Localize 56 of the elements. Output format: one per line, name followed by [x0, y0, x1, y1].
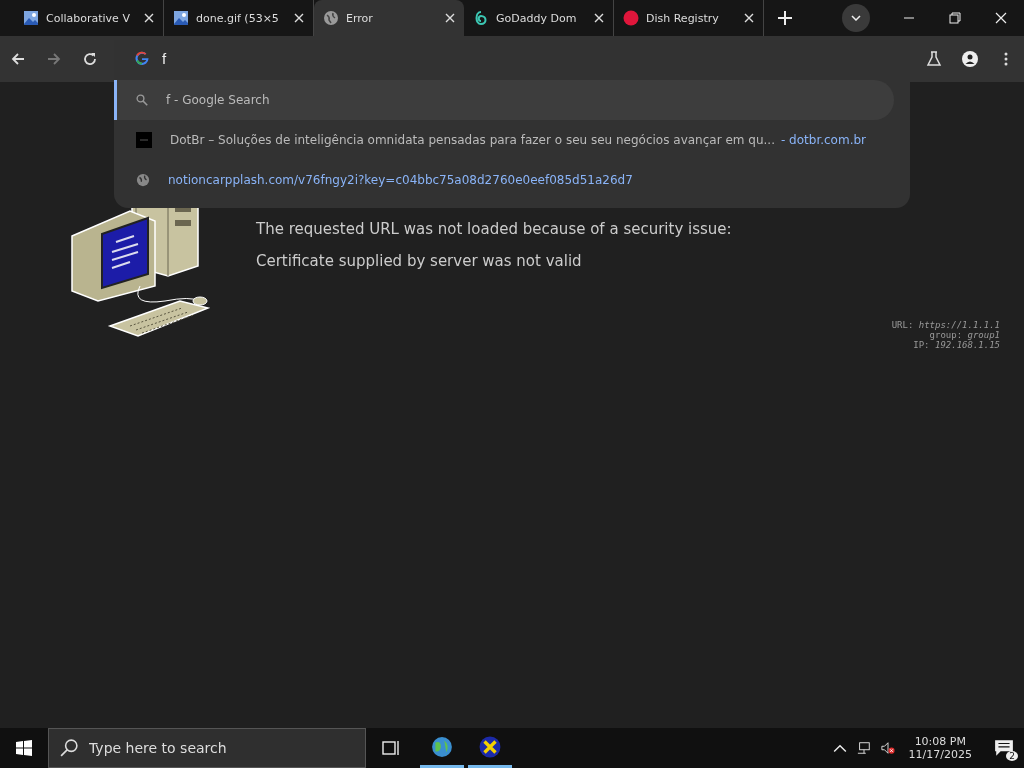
suggestion-text: DotBr – Soluções de inteligência omnidata pensadas para fazer o seu seu negócios avançar em qu...: [170, 133, 775, 147]
site-favicon-icon: [136, 132, 152, 148]
back-arrow-icon[interactable]: [10, 51, 26, 67]
close-icon[interactable]: [995, 12, 1007, 24]
address-field[interactable]: f: [160, 47, 764, 69]
error-detail: Certificate supplied by server was not valid: [256, 252, 582, 270]
message-icon: [994, 739, 1014, 757]
windows-logo-icon[interactable]: [16, 740, 32, 756]
close-icon[interactable]: [744, 13, 754, 23]
globe-icon: [136, 173, 150, 187]
clock[interactable]: 10:08 PM 11/17/2025: [908, 735, 972, 761]
new-tab-icon[interactable]: [778, 11, 792, 25]
circle-logo-icon: [623, 10, 639, 26]
close-icon[interactable]: [144, 13, 154, 23]
tab-title: Error: [346, 11, 374, 25]
notification-count: 2: [1006, 751, 1018, 761]
suggestion-item[interactable]: notioncarpplash.com/v76fngy2i?key=c04bbc75a08d2760e0eef085d51a26d7: [114, 160, 894, 200]
restore-icon[interactable]: [949, 12, 961, 24]
flask-icon[interactable]: [926, 51, 942, 67]
swirl-icon: [473, 10, 489, 26]
close-icon[interactable]: [445, 13, 455, 23]
tab-title: GoDaddy Dom: [496, 11, 578, 25]
network-icon[interactable]: [856, 741, 871, 755]
suggestion-item[interactable]: DotBr – Soluções de inteligência omnidata pensadas para fazer o seu seu negócios avançar em qu... - dotbr.com.br: [114, 120, 894, 160]
profile-icon[interactable]: [962, 51, 978, 67]
task-view-icon[interactable]: [382, 740, 400, 756]
chevron-down-icon: [851, 15, 861, 21]
info-line: IP: 192.168.1.15: [913, 340, 1000, 350]
x-logo-icon: [479, 735, 501, 758]
browser-tab[interactable]: Error: [314, 0, 464, 36]
taskbar-search-field[interactable]: Type here to search: [48, 728, 366, 768]
globe-icon: [323, 10, 339, 26]
suggestion-item[interactable]: f - Google Search: [114, 80, 894, 120]
search-icon: [60, 739, 78, 757]
info-line: group: group1: [929, 330, 1000, 340]
tab-search-button[interactable]: [842, 4, 870, 32]
info-line: URL: https://1.1.1.1: [891, 320, 1000, 330]
date: 11/17/2025: [908, 748, 972, 761]
image-icon: [173, 10, 189, 26]
globe-icon: [431, 735, 453, 758]
reload-icon[interactable]: [82, 51, 98, 67]
search-icon: [136, 94, 148, 106]
tab-title: Dish Registry: [646, 11, 720, 25]
image-icon: [23, 10, 39, 26]
muted-speaker-icon[interactable]: [880, 741, 895, 755]
suggestion-url: - dotbr.com.br: [780, 133, 867, 147]
error-message: The requested URL was not loaded because of a security issue:: [256, 220, 732, 238]
suggestion-text: notioncarpplash.com/v76fngy2i?key=c04bbc75a08d2760e0eef085d51a26d7: [168, 173, 633, 187]
suggestion-text: f - Google Search: [166, 93, 270, 107]
close-icon[interactable]: [594, 13, 604, 23]
close-icon[interactable]: [294, 13, 304, 23]
forward-arrow-icon[interactable]: [46, 51, 62, 67]
google-logo-icon: [134, 50, 150, 66]
tab-title: Collaborative V: [46, 11, 131, 25]
time: 10:08 PM: [914, 735, 966, 748]
tab-title: done.gif (53×5: [196, 11, 280, 25]
